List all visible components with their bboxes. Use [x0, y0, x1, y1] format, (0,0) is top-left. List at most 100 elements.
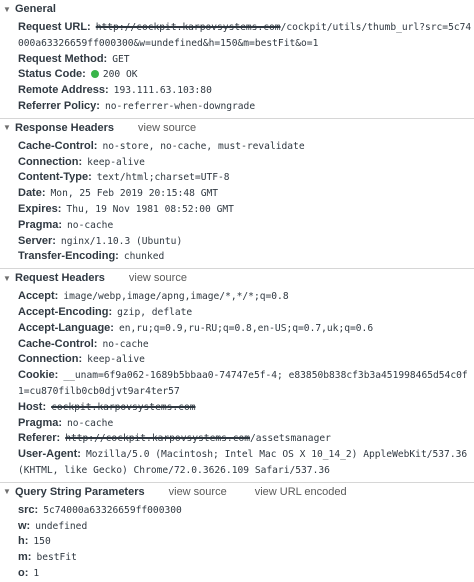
- general-title: General: [15, 3, 56, 15]
- response-header-key: Connection:: [18, 155, 83, 168]
- triangle-down-icon[interactable]: ▼: [3, 5, 15, 14]
- referer-row: Referer: http://cockpit.karpovsystems.com…: [0, 431, 474, 447]
- remote-address-value: 193.111.63.103:80: [113, 85, 212, 97]
- accept-language-row: Accept-Language: en,ru;q=0.9,ru-RU;q=0.8,…: [0, 321, 474, 337]
- response-header-key: Transfer-Encoding:: [18, 250, 119, 263]
- accept-key: Accept:: [18, 290, 59, 303]
- triangle-down-icon[interactable]: ▼: [3, 487, 15, 496]
- query-param-key: o:: [18, 566, 29, 579]
- request-url-key: Request URL:: [18, 21, 91, 33]
- user-agent-row: User-Agent: Mozilla/5.0 (Macintosh; Intel…: [0, 447, 474, 479]
- response-header-row: Pragma: no-cache: [0, 218, 474, 234]
- response-headers-section: ▼ Response Headers view source Cache-Con…: [0, 119, 474, 270]
- response-header-key: Expires:: [18, 202, 62, 215]
- referer-key: Referer:: [18, 432, 61, 445]
- triangle-down-icon[interactable]: ▼: [3, 274, 15, 283]
- query-string-title: Query String Parameters: [15, 485, 145, 498]
- response-header-key: Pragma:: [18, 218, 63, 231]
- referrer-policy-value: no-referrer-when-downgrade: [104, 100, 256, 112]
- query-param-value: bestFit: [36, 552, 77, 564]
- request-view-source-link[interactable]: view source: [129, 272, 187, 284]
- response-header-value: text/html;charset=UTF-8: [96, 172, 230, 184]
- general-section: ▼ General Request URL: http://cockpit.kar…: [0, 0, 474, 119]
- query-param-key: w:: [18, 519, 31, 532]
- response-header-row: Date: Mon, 25 Feb 2019 20:15:48 GMT: [0, 186, 474, 202]
- response-header-value: Mon, 25 Feb 2019 20:15:48 GMT: [50, 188, 219, 200]
- remote-address-row: Remote Address: 193.111.63.103:80: [0, 83, 474, 99]
- accept-encoding-value: gzip, deflate: [117, 306, 193, 318]
- accept-value: image/webp,image/apng,image/*,*/*;q=0.8: [63, 291, 289, 303]
- accept-encoding-key: Accept-Encoding:: [18, 305, 113, 318]
- accept-language-value: en,ru;q=0.9,ru-RU;q=0.8,en-US;q=0.7,uk;q…: [118, 322, 374, 334]
- pragma-value: no-cache: [67, 417, 114, 429]
- query-param-value: 150: [33, 536, 51, 548]
- response-header-key: Server:: [18, 234, 56, 247]
- status-code-value: 200 OK: [102, 69, 138, 81]
- pragma-row: Pragma: no-cache: [0, 416, 474, 432]
- response-headers-title: Response Headers: [15, 121, 115, 134]
- cookie-value: __unam=6f9a062-1689b5bbaa0-74747e5f-4; e…: [18, 370, 468, 397]
- query-param-value: 5c74000a63326659ff000300: [43, 504, 182, 516]
- triangle-down-icon[interactable]: ▼: [3, 123, 15, 132]
- request-headers-header[interactable]: ▼ Request Headers view source: [0, 269, 474, 287]
- query-view-source-link[interactable]: view source: [169, 486, 227, 498]
- referer-value: /assetsmanager: [250, 433, 331, 445]
- user-agent-key: User-Agent:: [18, 448, 81, 461]
- status-code-key: Status Code:: [18, 68, 86, 81]
- referrer-policy-row: Referrer Policy: no-referrer-when-downgra…: [0, 99, 474, 115]
- connection-row: Connection: keep-alive: [0, 352, 474, 368]
- query-param-key: m:: [18, 551, 32, 564]
- accept-row: Accept: image/webp,image/apng,image/*,*/*…: [0, 289, 474, 305]
- general-header[interactable]: ▼ General: [0, 0, 474, 18]
- query-param-row: src: 5c74000a63326659ff000300: [0, 503, 474, 519]
- query-string-list: src: 5c74000a63326659ff000300 w: undefined h…: [0, 501, 474, 582]
- response-header-value: Thu, 19 Nov 1981 08:52:00 GMT: [66, 203, 234, 215]
- connection-key: Connection:: [18, 353, 83, 366]
- request-url-row: Request URL: http://cockpit.karpovsystems…: [0, 20, 474, 52]
- response-header-key: Date:: [18, 187, 46, 200]
- request-headers-title: Request Headers: [15, 272, 105, 285]
- request-method-key: Request Method:: [18, 52, 108, 65]
- response-header-value: no-cache: [67, 219, 114, 231]
- status-dot-icon: [90, 70, 99, 79]
- response-header-row: Server: nginx/1.10.3 (Ubuntu): [0, 234, 474, 250]
- cookie-key: Cookie:: [18, 369, 59, 382]
- response-header-row: Expires: Thu, 19 Nov 1981 08:52:00 GMT: [0, 202, 474, 218]
- cache-control-value: no-cache: [102, 338, 149, 350]
- cookie-row: Cookie: __unam=6f9a062-1689b5bbaa0-74747e…: [0, 368, 474, 400]
- host-key: Host:: [18, 400, 47, 413]
- response-headers-list: Cache-Control: no-store, no-cache, must-r…: [0, 137, 474, 265]
- query-param-row: m: bestFit: [0, 550, 474, 566]
- user-agent-value: Mozilla/5.0 (Macintosh; Intel Mac OS X 1…: [18, 449, 468, 476]
- query-param-row: o: 1: [0, 566, 474, 582]
- referrer-policy-key: Referrer Policy:: [18, 99, 100, 112]
- query-param-value: 1: [33, 567, 40, 579]
- response-header-value: nginx/1.10.3 (Ubuntu): [60, 235, 183, 247]
- query-string-header[interactable]: ▼ Query String Parameters view source vi…: [0, 483, 474, 501]
- status-code-row: Status Code: 200 OK: [0, 67, 474, 83]
- accept-encoding-row: Accept-Encoding: gzip, deflate: [0, 305, 474, 321]
- cache-control-row: Cache-Control: no-cache: [0, 337, 474, 353]
- query-param-key: h:: [18, 535, 29, 548]
- response-header-row: Content-Type: text/html;charset=UTF-8: [0, 170, 474, 186]
- accept-language-key: Accept-Language:: [18, 321, 114, 334]
- host-row: Host: cockpit.karpovsystems.com: [0, 400, 474, 416]
- response-header-row: Connection: keep-alive: [0, 155, 474, 171]
- response-header-value: chunked: [123, 251, 165, 263]
- response-header-value: no-store, no-cache, must-revalidate: [102, 140, 305, 152]
- query-param-row: w: undefined: [0, 519, 474, 535]
- query-param-value: undefined: [35, 520, 88, 532]
- request-headers-section: ▼ Request Headers view source Accept: ima…: [0, 269, 474, 483]
- response-headers-header[interactable]: ▼ Response Headers view source: [0, 119, 474, 137]
- query-view-url-encoded-link[interactable]: view URL encoded: [255, 486, 347, 498]
- host-redacted-value: cockpit.karpovsystems.com: [51, 401, 196, 413]
- query-param-row: h: 150: [0, 534, 474, 550]
- response-header-value: keep-alive: [87, 156, 145, 168]
- query-string-section: ▼ Query String Parameters view source vi…: [0, 483, 474, 582]
- referer-redacted-host: http://cockpit.karpovsystems.com: [65, 433, 251, 445]
- query-param-key: src:: [18, 503, 39, 516]
- response-view-source-link[interactable]: view source: [138, 122, 196, 134]
- remote-address-key: Remote Address:: [18, 84, 109, 97]
- response-header-key: Cache-Control:: [18, 139, 98, 152]
- request-method-row: Request Method: GET: [0, 52, 474, 68]
